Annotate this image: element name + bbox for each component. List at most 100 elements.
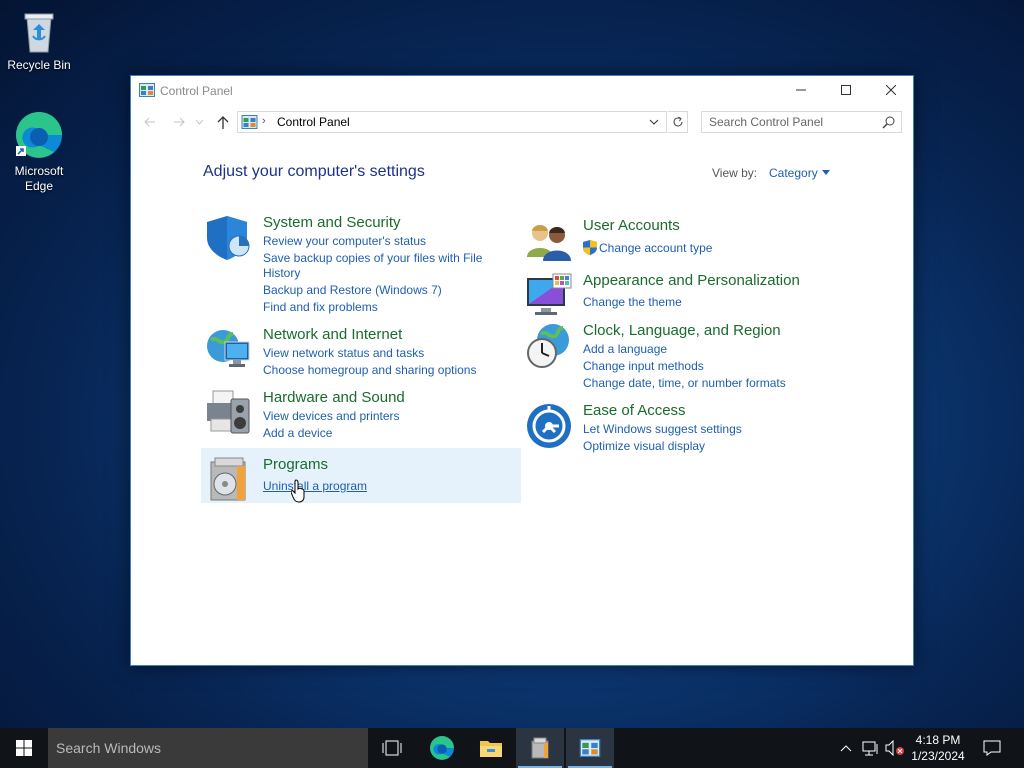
user-accounts-icon [527, 225, 571, 261]
category-title[interactable]: System and Security [263, 214, 401, 231]
arrow-right-icon [174, 117, 185, 127]
link-date-time-formats[interactable]: Change date, time, or number formats [583, 376, 786, 391]
link-add-language[interactable]: Add a language [583, 342, 667, 357]
shield-icon [207, 216, 250, 260]
task-view-button[interactable] [368, 728, 416, 768]
navigation-bar: › Control Panel [131, 110, 913, 136]
refresh-button[interactable] [668, 111, 688, 133]
edge-icon [16, 112, 62, 158]
control-panel-window: Control Panel › Control Panel Search Con… [130, 75, 914, 666]
taskbar: Search Windows 4:18 PM 1/23/2024 [0, 728, 1024, 768]
ease-of-access-icon [527, 404, 571, 448]
link-network-status[interactable]: View network status and tasks [263, 346, 424, 361]
desktop-icon-label: Microsoft Edge [14, 164, 64, 193]
address-bar[interactable]: › Control Panel [237, 111, 667, 133]
volume-muted-icon [885, 740, 904, 756]
link-change-account-type[interactable]: Change account type [599, 241, 712, 256]
taskbar-file-explorer[interactable] [467, 728, 515, 768]
taskbar-control-panel[interactable] [566, 728, 614, 768]
network-tray-button[interactable] [860, 728, 882, 768]
hand-cursor-icon [291, 479, 305, 503]
link-find-fix[interactable]: Find and fix problems [263, 300, 378, 315]
taskbar-search-box[interactable]: Search Windows [48, 728, 368, 768]
uac-shield-icon [583, 240, 597, 255]
category-title[interactable]: Programs [263, 456, 328, 473]
taskbar-search-placeholder: Search Windows [56, 740, 162, 756]
close-icon [886, 85, 896, 95]
link-input-methods[interactable]: Change input methods [583, 359, 704, 374]
desktop-icon-recycle-bin[interactable]: Recycle Bin [1, 8, 77, 73]
minimize-icon [796, 89, 806, 91]
appearance-monitor-icon [527, 273, 572, 315]
link-uninstall-program[interactable]: Uninstall a program [263, 479, 367, 494]
category-title[interactable]: Ease of Access [583, 402, 686, 419]
chevron-up-icon [840, 745, 852, 752]
view-by-dropdown[interactable]: Category [769, 166, 818, 180]
breadcrumb-separator-icon: › [262, 115, 266, 127]
search-input[interactable] [709, 115, 874, 129]
control-panel-icon [241, 115, 258, 129]
link-save-backup[interactable]: Save backup copies of your files with Fi… [263, 251, 482, 266]
link-change-theme[interactable]: Change the theme [583, 295, 682, 310]
start-button[interactable] [0, 728, 48, 768]
clock-date: 1/23/2024 [911, 749, 965, 763]
action-center-button[interactable] [978, 728, 1006, 768]
close-button[interactable] [868, 76, 914, 104]
refresh-icon [673, 116, 682, 127]
category-title[interactable]: User Accounts [583, 217, 680, 234]
arrow-up-icon [217, 115, 229, 129]
breadcrumb-control-panel[interactable]: Control Panel [277, 115, 350, 129]
forward-button[interactable] [169, 112, 189, 132]
minimize-button[interactable] [778, 76, 824, 104]
task-view-icon [382, 740, 402, 756]
clock-time: 4:18 PM [915, 733, 961, 747]
category-title[interactable]: Clock, Language, and Region [583, 322, 781, 339]
category-title[interactable]: Hardware and Sound [263, 389, 405, 406]
taskbar-edge[interactable] [418, 728, 466, 768]
link-suggest-settings[interactable]: Let Windows suggest settings [583, 422, 742, 437]
window-title: Control Panel [160, 84, 233, 98]
recent-locations-button[interactable] [193, 112, 205, 132]
programs-disc-icon [210, 457, 246, 501]
page-heading: Adjust your computer's settings [203, 163, 425, 180]
link-backup-restore[interactable]: Backup and Restore (Windows 7) [263, 283, 442, 298]
control-panel-icon [139, 83, 155, 97]
edge-icon [430, 736, 454, 760]
desktop-icon-label: Recycle Bin [7, 58, 71, 72]
taskbar-app-pinned[interactable] [516, 728, 564, 768]
link-review-status[interactable]: Review your computer's status [263, 234, 426, 249]
network-globe-icon [207, 330, 250, 367]
control-panel-icon [579, 739, 601, 757]
maximize-button[interactable] [823, 76, 869, 104]
category-title[interactable]: Network and Internet [263, 326, 402, 343]
programs-app-icon [531, 737, 549, 759]
link-add-device[interactable]: Add a device [263, 426, 332, 441]
network-icon [862, 741, 878, 756]
notification-icon [983, 740, 1001, 756]
view-by-label: View by: [712, 166, 758, 180]
folder-icon [480, 741, 502, 757]
up-button[interactable] [213, 112, 233, 132]
desktop-icon-edge[interactable]: Microsoft Edge [1, 110, 77, 194]
arrow-left-icon [144, 117, 155, 127]
show-hidden-icons-button[interactable] [836, 728, 856, 768]
title-bar[interactable]: Control Panel [131, 76, 913, 106]
category-title[interactable]: Appearance and Personalization [583, 272, 800, 289]
chevron-down-icon[interactable] [648, 115, 660, 129]
chevron-down-icon [195, 119, 203, 125]
clock-globe-icon [527, 324, 569, 368]
link-save-backup-cont[interactable]: History [263, 266, 300, 281]
printer-icon [207, 390, 250, 434]
caret-down-icon[interactable] [822, 170, 830, 175]
taskbar-clock[interactable]: 4:18 PM 1/23/2024 [906, 732, 970, 764]
search-box[interactable] [701, 111, 902, 133]
volume-tray-button[interactable] [884, 728, 906, 768]
back-button[interactable] [140, 112, 160, 132]
windows-logo-icon [16, 740, 32, 756]
link-optimize-display[interactable]: Optimize visual display [583, 439, 705, 454]
recycle-bin-icon [24, 13, 54, 53]
maximize-icon [841, 85, 851, 95]
link-devices-printers[interactable]: View devices and printers [263, 409, 400, 424]
search-icon[interactable] [882, 116, 895, 129]
link-homegroup[interactable]: Choose homegroup and sharing options [263, 363, 476, 378]
